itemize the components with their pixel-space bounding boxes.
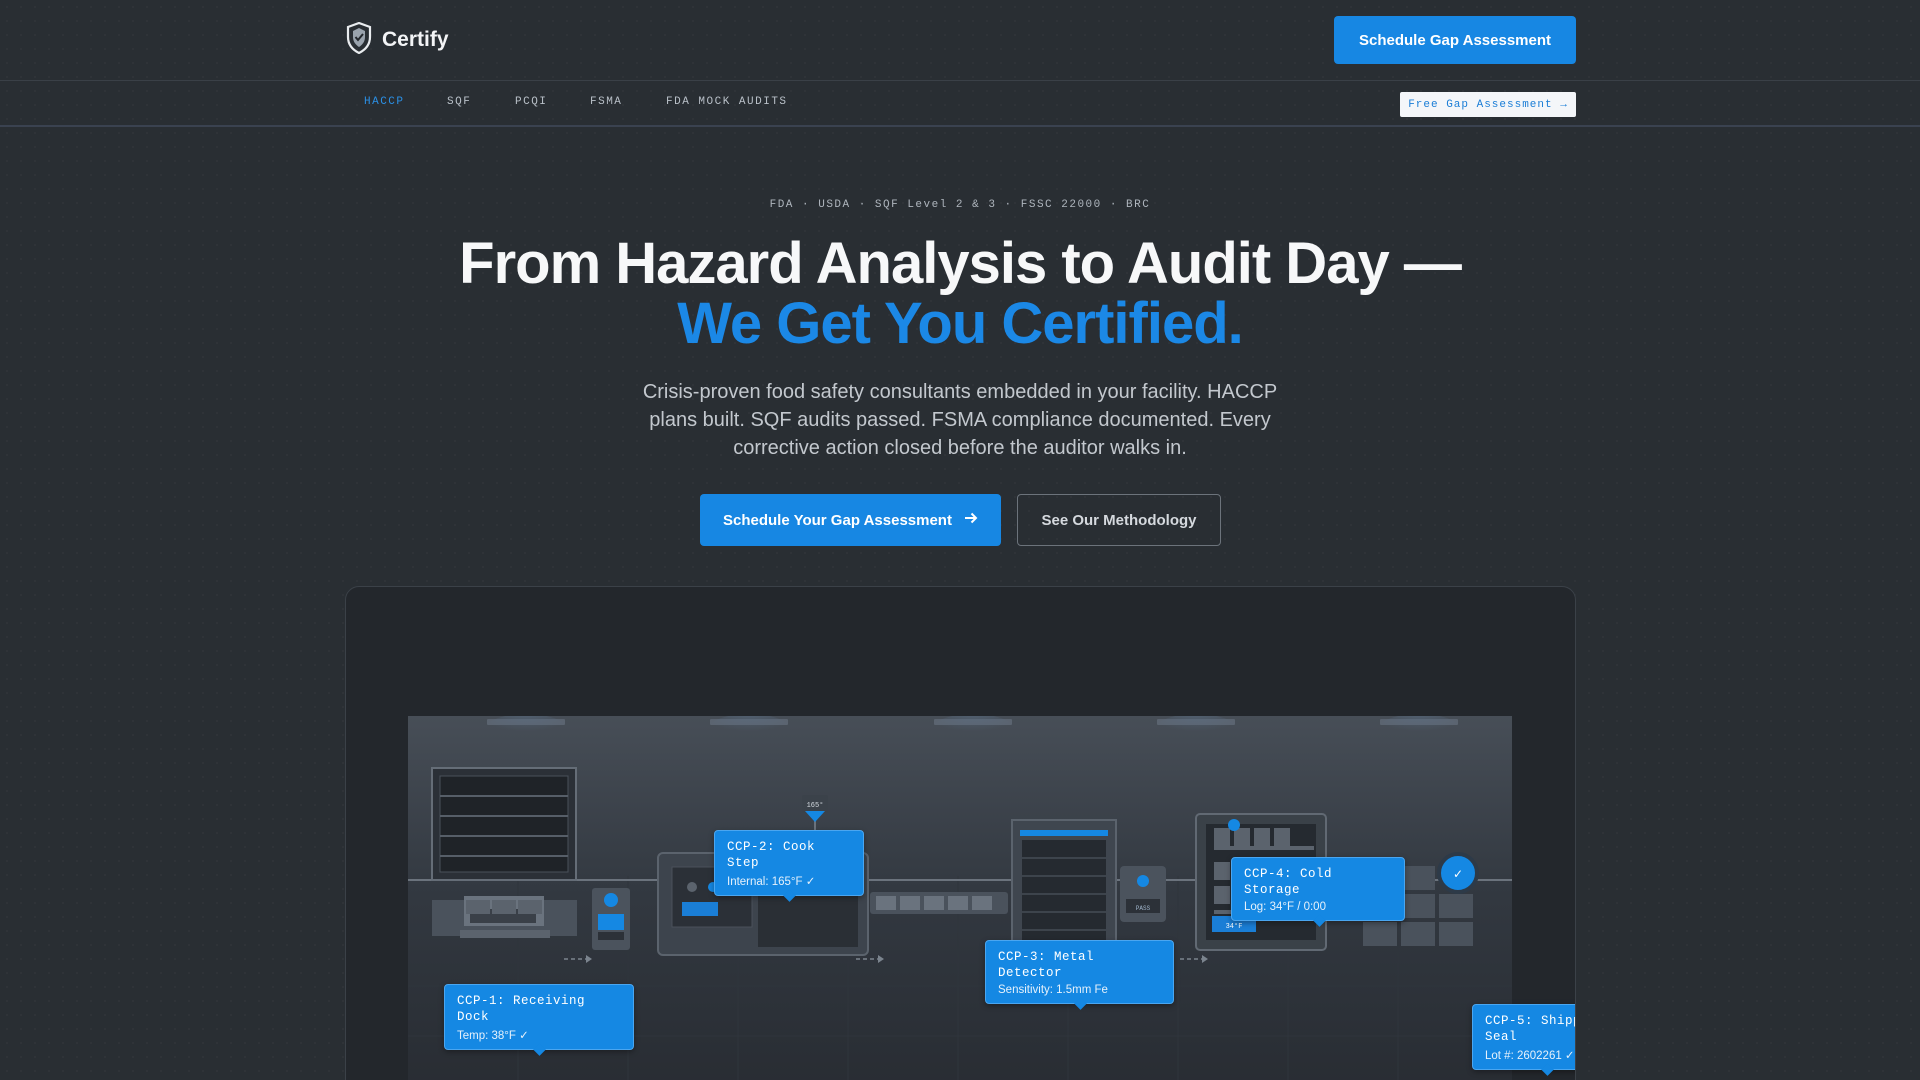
certification-eyebrow: FDA · USDA · SQF Level 2 & 3 · FSSC 2200… (769, 199, 1151, 211)
subnav-item-fsma[interactable]: FSMA (590, 96, 622, 108)
cold-readout: 34°F (1226, 922, 1243, 931)
sub-navigation: HACCP SQF PCQI FSMA FDA MOCK AUDITS Free… (0, 81, 1920, 127)
ccp-2-callout[interactable]: CCP-2: Cook Step Internal: 165°F ✓ (714, 830, 864, 902)
see-our-methodology-button[interactable]: See Our Methodology (1017, 494, 1221, 546)
ccp-4-callout[interactable]: CCP-4: Cold Storage Log: 34°F / 0:00 (1231, 857, 1405, 927)
headline-line-1: From Hazard Analysis to Audit Day — (459, 231, 1462, 296)
ccp-detail: Log: 34°F / 0:00 (1244, 901, 1326, 913)
ccp-title: CCP-1: Receiving Dock (457, 994, 586, 1024)
hero-description: Crisis-proven food safety consultants em… (642, 381, 1278, 459)
subnav-item-haccp[interactable]: HACCP (364, 96, 405, 108)
site-header: Certify Schedule Gap Assessment (0, 0, 1920, 81)
ccp-detail: Sensitivity: 1.5mm Fe (998, 984, 1108, 996)
ccp-title: CCP-4: Cold Storage (1244, 867, 1333, 897)
ccp-3-callout[interactable]: CCP-3: Metal Detector Sensitivity: 1.5mm… (985, 940, 1174, 1010)
subnav-item-pcqi[interactable]: PCQI (515, 96, 547, 108)
schedule-your-gap-assessment-button[interactable]: Schedule Your Gap Assessment (700, 494, 1001, 546)
ccp-1-callout[interactable]: CCP-1: Receiving Dock Temp: 38°F ✓ (444, 984, 634, 1056)
ccp-detail: Internal: 165°F ✓ (727, 876, 816, 888)
ccp-title: CCP-5: Shipping Seal (1485, 1014, 1575, 1044)
ccp-5-callout[interactable]: CCP-5: Shipping Seal Lot #: 2602261 ✓ (1472, 1004, 1575, 1076)
ccp-pin (1541, 1063, 1554, 1076)
production-floor-scene: 165° PASS 34°F ✓ CCP-1: Receiving Dock T… (408, 716, 1575, 1080)
ccp-detail: Temp: 38°F ✓ (457, 1030, 529, 1042)
shield-icon (346, 21, 372, 59)
primary-cta-label: Schedule Your Gap Assessment (723, 511, 952, 529)
brand-name: Certify (382, 28, 449, 51)
ccp-title: CCP-3: Metal Detector (998, 950, 1095, 980)
ccp-detail: Lot #: 2602261 ✓ (1485, 1050, 1575, 1062)
free-gap-assessment-link[interactable]: Free Gap Assessment → (1400, 92, 1576, 117)
arrow-right-icon (964, 511, 978, 529)
ccp-title: CCP-2: Cook Step (727, 840, 816, 870)
subnav-item-fda-mock-audits[interactable]: FDA MOCK AUDITS (666, 96, 788, 108)
headline-line-2: We Get You Certified. (677, 291, 1244, 356)
gauge-readout: 165° (807, 801, 824, 810)
brand-logo[interactable]: Certify (346, 21, 449, 59)
hero-headline: From Hazard Analysis to Audit Day — We G… (0, 234, 1920, 354)
subnav-item-sqf[interactable]: SQF (447, 96, 471, 108)
detector-readout: PASS (1136, 905, 1151, 912)
facility-illustration-panel: 165° PASS 34°F ✓ CCP-1: Receiving Dock T… (345, 586, 1576, 1080)
check-mark-icon: ✓ (1453, 867, 1463, 881)
schedule-gap-assessment-button[interactable]: Schedule Gap Assessment (1334, 16, 1576, 64)
